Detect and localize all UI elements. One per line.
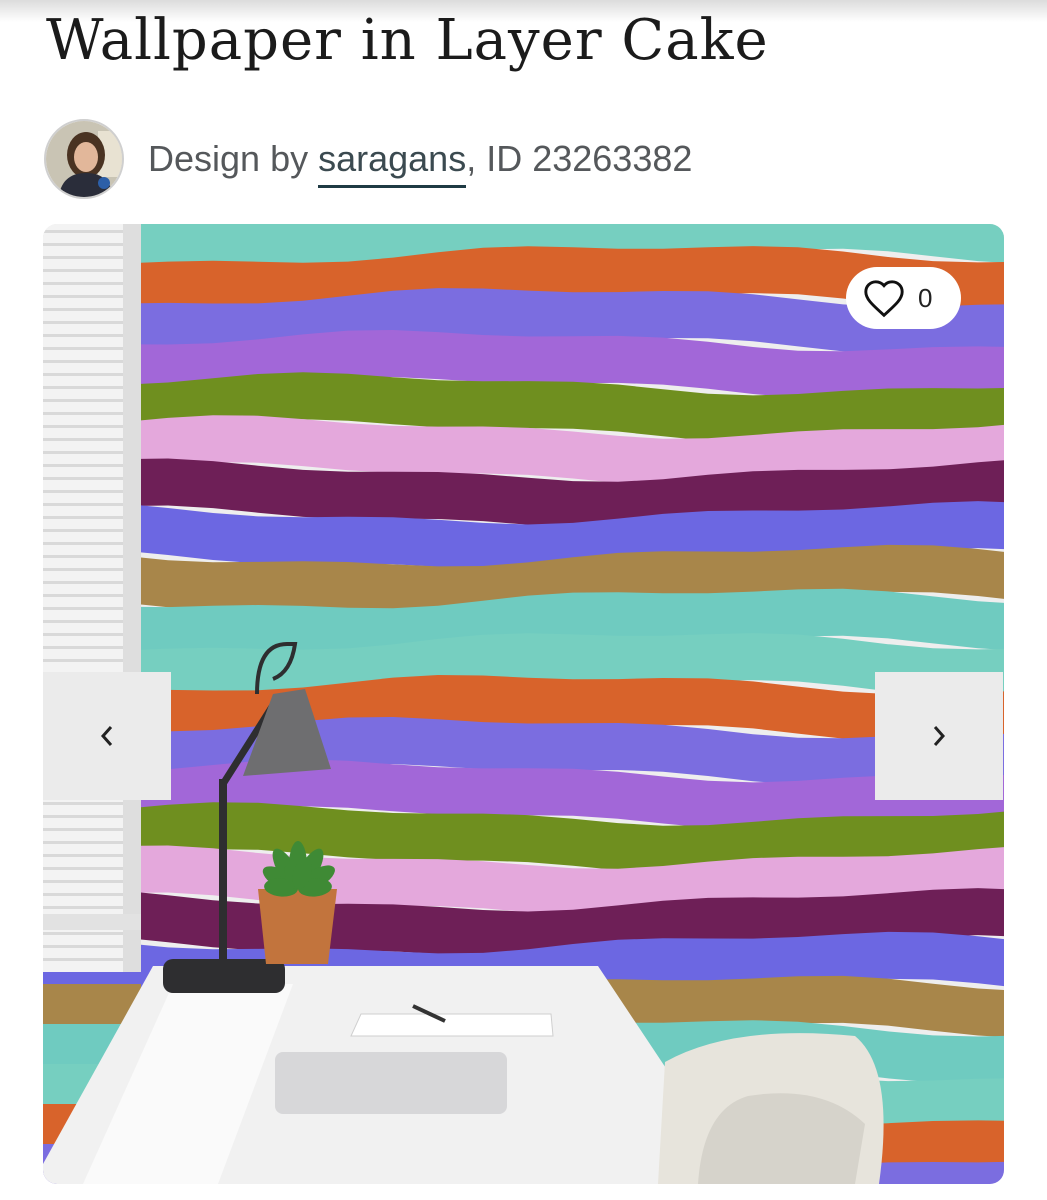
- blind-slat: [43, 607, 123, 610]
- blind-slat: [43, 945, 123, 948]
- byline-prefix: Design by: [148, 138, 319, 179]
- blind-slat: [43, 841, 123, 844]
- blind-slat: [43, 490, 123, 493]
- blind-slat: [43, 269, 123, 272]
- designer-avatar[interactable]: [44, 119, 124, 199]
- heart-outline-icon: [864, 280, 904, 318]
- blind-slat: [43, 412, 123, 415]
- blind-slat: [43, 243, 123, 246]
- design-id: , ID 23263382: [466, 138, 693, 179]
- favorite-button[interactable]: 0: [846, 267, 961, 329]
- blind-slat: [43, 646, 123, 649]
- blind-slat: [43, 464, 123, 467]
- favorite-count: 0: [918, 282, 933, 313]
- blind-slat: [43, 451, 123, 454]
- next-image-button[interactable]: [875, 672, 1003, 800]
- blind-slat: [43, 425, 123, 428]
- blind-slat: [43, 373, 123, 376]
- blind-slat: [43, 321, 123, 324]
- blind-slat: [43, 620, 123, 623]
- blind-slat: [43, 438, 123, 441]
- designer-byline: Design by saragans, ID 23263382: [44, 116, 692, 202]
- blind-slat: [43, 334, 123, 337]
- blind-slat: [43, 802, 123, 805]
- blind-slat: [43, 906, 123, 909]
- blind-slat: [43, 854, 123, 857]
- blind-slat: [43, 633, 123, 636]
- blind-slat: [43, 828, 123, 831]
- blind-slat: [43, 581, 123, 584]
- blind-slat: [43, 516, 123, 519]
- blind-slat: [43, 542, 123, 545]
- blind-slat: [43, 503, 123, 506]
- page-title: Wallpaper in Layer Cake: [46, 8, 769, 73]
- blind-slat: [43, 230, 123, 233]
- blind-slat: [43, 256, 123, 259]
- blind-slat: [43, 659, 123, 662]
- blind-slat: [43, 386, 123, 389]
- blind-slat: [43, 893, 123, 896]
- chevron-right-icon: [933, 726, 946, 746]
- blind-slat: [43, 529, 123, 532]
- blind-slat: [43, 282, 123, 285]
- blind-slat: [43, 399, 123, 402]
- blind-slat: [43, 958, 123, 961]
- previous-image-button[interactable]: [43, 672, 171, 800]
- byline-text: Design by saragans, ID 23263382: [148, 138, 693, 188]
- blind-slat: [43, 880, 123, 883]
- blind-slat: [43, 295, 123, 298]
- blind-slat: [43, 308, 123, 311]
- blind-slat: [43, 477, 123, 480]
- blind-slat: [43, 347, 123, 350]
- blind-slat: [43, 360, 123, 363]
- blind-slat: [43, 568, 123, 571]
- room-mockup-image: [43, 224, 1004, 1184]
- blind-slat: [43, 815, 123, 818]
- designer-link[interactable]: saragans: [318, 138, 467, 188]
- blind-slat: [43, 867, 123, 870]
- blind-slat: [43, 932, 123, 935]
- chevron-left-icon: [100, 726, 113, 746]
- product-image-carousel[interactable]: 0: [43, 224, 1004, 1184]
- blind-slat: [43, 594, 123, 597]
- blind-slat: [43, 555, 123, 558]
